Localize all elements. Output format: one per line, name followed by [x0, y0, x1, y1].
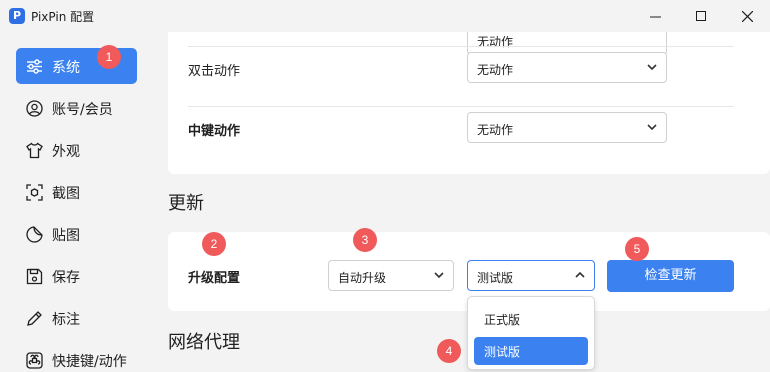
- sidebar: 系统 账号/会员 外观 截图 贴图 保存 标注 快捷键/动作: [0, 32, 152, 372]
- user-icon: [26, 100, 43, 117]
- chevron-up-icon: [575, 271, 585, 278]
- sidebar-item-label: 外观: [52, 144, 80, 160]
- update-section-title: 更新: [168, 193, 204, 214]
- annotation-badge-1: 1: [97, 45, 121, 69]
- divider: [188, 106, 734, 107]
- sidebar-item-sticker[interactable]: 贴图: [16, 216, 137, 252]
- annotation-badge-5: 5: [625, 237, 649, 261]
- window-title: PixPin 配置: [31, 10, 95, 24]
- minimize-icon: [649, 16, 661, 17]
- middle-key-select[interactable]: 无动作: [467, 112, 667, 143]
- title-bar: P PixPin 配置: [0, 0, 770, 32]
- pen-icon: [26, 310, 43, 327]
- sidebar-item-label: 账号/会员: [52, 102, 113, 118]
- chevron-down-icon: [434, 272, 444, 279]
- sidebar-item-label: 保存: [52, 270, 80, 286]
- close-icon: [741, 10, 753, 22]
- save-icon: [26, 268, 43, 285]
- sidebar-item-label: 截图: [52, 186, 80, 202]
- upgrade-config-label: 升级配置: [188, 271, 241, 286]
- maximize-button[interactable]: [678, 0, 724, 32]
- upgrade-mode-select[interactable]: 自动升级: [328, 260, 454, 291]
- divider: [188, 46, 734, 47]
- maximize-icon: [696, 11, 706, 21]
- minimize-button[interactable]: [632, 0, 678, 32]
- sidebar-item-account[interactable]: 账号/会员: [16, 90, 137, 126]
- sidebar-item-label: 系统: [52, 60, 80, 76]
- screenshot-icon: [26, 184, 43, 201]
- sidebar-item-save[interactable]: 保存: [16, 258, 137, 294]
- annotation-badge-2: 2: [202, 232, 226, 256]
- dropdown-option-stable[interactable]: 正式版: [474, 305, 588, 333]
- annotation-badge-4: 4: [437, 339, 461, 363]
- sidebar-item-appearance[interactable]: 外观: [16, 132, 137, 168]
- sliders-icon: [26, 58, 43, 75]
- channel-select[interactable]: 测试版: [467, 260, 595, 291]
- double-click-label: 双击动作: [188, 64, 241, 79]
- settings-content: 无动作 双击动作 无动作 中键动作 无动作 更新 升级配置 自动升级 测试版 检…: [152, 32, 770, 372]
- check-update-button[interactable]: 检查更新: [607, 260, 734, 292]
- general-card: 无动作 双击动作 无动作 中键动作 无动作: [168, 32, 770, 174]
- sidebar-item-label: 标注: [52, 312, 80, 328]
- tshirt-icon: [26, 142, 43, 159]
- app-logo: P: [9, 8, 25, 24]
- double-click-select[interactable]: 无动作: [467, 52, 667, 83]
- sidebar-item-shortcuts[interactable]: 快捷键/动作: [16, 342, 137, 372]
- sidebar-item-annotate[interactable]: 标注: [16, 300, 137, 336]
- channel-dropdown-list: 正式版 测试版: [467, 296, 595, 370]
- proxy-section-title: 网络代理: [168, 332, 240, 353]
- chevron-down-icon: [647, 64, 657, 71]
- sidebar-item-screenshot[interactable]: 截图: [16, 174, 137, 210]
- chevron-down-icon: [647, 124, 657, 131]
- sidebar-item-label: 快捷键/动作: [52, 354, 127, 370]
- sidebar-item-label: 贴图: [52, 228, 80, 244]
- annotation-badge-3: 3: [353, 228, 377, 252]
- close-button[interactable]: [724, 0, 770, 32]
- dropdown-option-beta[interactable]: 测试版: [474, 337, 588, 365]
- sticker-icon: [26, 226, 43, 243]
- middle-key-label: 中键动作: [188, 124, 241, 139]
- command-icon: [26, 352, 43, 369]
